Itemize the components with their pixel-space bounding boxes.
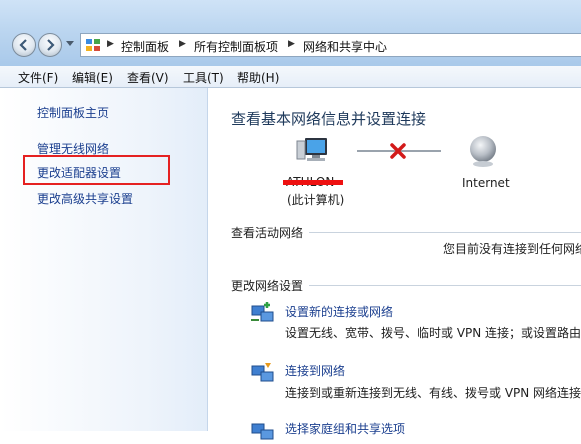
connect-to-network-link[interactable]: 连接到网络 bbox=[285, 362, 345, 379]
arrow-right-icon bbox=[47, 39, 55, 51]
setup-new-connection-link[interactable]: 设置新的连接或网络 bbox=[285, 303, 393, 320]
homegroup-sharing-link[interactable]: 选择家庭组和共享选项 bbox=[285, 420, 405, 437]
arrow-left-icon bbox=[19, 39, 27, 51]
no-network-status: 您目前没有连接到任何网络 bbox=[443, 242, 581, 256]
divider bbox=[309, 285, 581, 286]
divider bbox=[309, 232, 581, 233]
internet-label: Internet bbox=[462, 176, 510, 190]
homegroup-icon[interactable] bbox=[249, 418, 275, 444]
chevron-right-icon[interactable]: ▶ bbox=[288, 39, 295, 49]
menu-help[interactable]: 帮助(H) bbox=[237, 69, 279, 86]
control-panel-icon bbox=[86, 39, 100, 51]
chevron-right-icon[interactable]: ▶ bbox=[179, 39, 186, 49]
breadcrumb-network-center[interactable]: 网络和共享中心 bbox=[303, 38, 387, 55]
recent-pages-dropdown-icon[interactable] bbox=[66, 41, 74, 47]
forward-button[interactable] bbox=[38, 33, 62, 57]
this-computer-label: (此计算机) bbox=[287, 193, 345, 207]
page-title: 查看基本网络信息并设置连接 bbox=[231, 110, 427, 128]
connect-to-network-icon[interactable] bbox=[249, 360, 275, 386]
menu-tools[interactable]: 工具(T) bbox=[183, 69, 224, 86]
address-bar[interactable]: ▶ 控制面板 ▶ 所有控制面板项 ▶ 网络和共享中心 bbox=[80, 33, 581, 57]
internet-globe-icon[interactable] bbox=[467, 134, 499, 168]
title-bar: ▶ 控制面板 ▶ 所有控制面板项 ▶ 网络和共享中心 bbox=[0, 0, 581, 66]
menu-edit[interactable]: 编辑(E) bbox=[72, 69, 113, 86]
setup-new-connection-desc: 设置无线、宽带、拨号、临时或 VPN 连接；或设置路由 bbox=[285, 326, 581, 340]
menu-view[interactable]: 查看(V) bbox=[127, 69, 169, 86]
connect-to-network-desc: 连接到或重新连接到无线、有线、拨号或 VPN 网络连接 bbox=[285, 386, 581, 400]
redaction-mark bbox=[283, 180, 343, 185]
sidebar-item-advanced-sharing[interactable]: 更改高级共享设置 bbox=[37, 190, 133, 207]
chevron-right-icon: ▶ bbox=[107, 39, 114, 49]
breadcrumb-control-panel[interactable]: 控制面板 bbox=[121, 38, 169, 55]
disconnected-x-icon[interactable] bbox=[389, 142, 407, 160]
menu-file[interactable]: 文件(F) bbox=[18, 69, 58, 86]
new-connection-icon[interactable] bbox=[249, 300, 275, 326]
menu-bar: 文件(F) 编辑(E) 查看(V) 工具(T) 帮助(H) bbox=[0, 66, 581, 88]
breadcrumb-all-items[interactable]: 所有控制面板项 bbox=[194, 38, 278, 55]
back-button[interactable] bbox=[12, 33, 36, 57]
change-settings-heading: 更改网络设置 bbox=[231, 279, 304, 293]
computer-icon[interactable] bbox=[296, 136, 330, 166]
highlight-annotation-box bbox=[23, 155, 170, 185]
active-networks-heading: 查看活动网络 bbox=[231, 226, 304, 240]
sidebar-item-control-panel-home[interactable]: 控制面板主页 bbox=[37, 104, 109, 121]
